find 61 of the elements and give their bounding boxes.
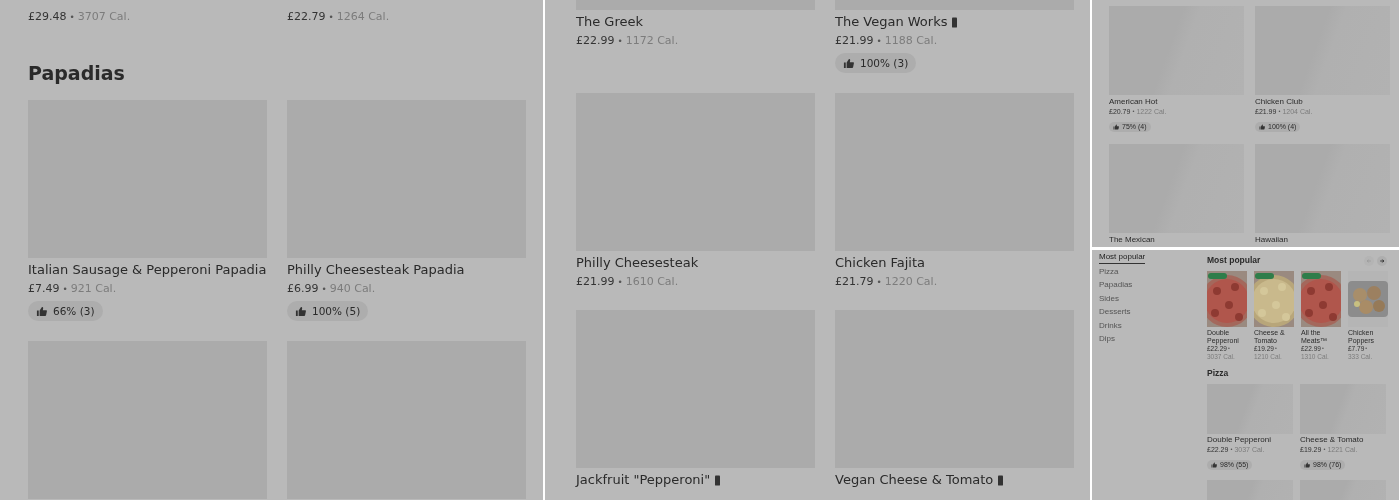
item-name[interactable]: Double Pepperoni [1207,435,1272,445]
item-name[interactable]: Hawaiian [1255,235,1288,245]
separator-dot: • [328,11,334,24]
category-tab[interactable]: Sides [1099,293,1119,304]
rating-text: 100% (3) [860,56,909,70]
item-calories: 1610 Cal. [625,274,679,290]
item-calories: 921 Cal. [70,281,117,297]
thumbs-up-icon [36,305,47,317]
item-calories: 1172 Cal. [625,33,679,49]
item-price: £7.49 [28,281,60,297]
arrow-left-icon [1366,257,1372,264]
item-calories: 1188 Cal. [884,33,938,49]
item-price: £6.99 [287,281,319,297]
section-heading: Most popular [1207,255,1261,266]
item-price: £22.99 [576,33,615,49]
category-tab[interactable]: Papadias [1099,280,1133,291]
item-calories: 3707 Cal. [77,9,131,25]
rating-text: 66% (3) [53,304,95,318]
item-calories: 1264 Cal. [336,9,390,25]
item-name[interactable]: Jackfruit "Pepperoni" [576,471,711,489]
separator-dot: • [617,35,623,48]
item-name[interactable]: Vegan Cheese & Tomato [835,471,994,489]
item-name[interactable]: Chicken Club [1255,97,1303,107]
category-tab[interactable]: Desserts [1099,307,1131,318]
item-calories: 940 Cal. [329,281,376,297]
thumbs-up-icon [1259,124,1265,130]
category-tab[interactable]: Dips [1099,334,1115,345]
item-name[interactable]: Philly Cheesesteak Papadia [287,261,465,279]
item-name[interactable]: Cheese & Tomato [1300,435,1364,445]
thumbs-up-icon [1304,462,1310,468]
arrow-right-icon [1379,257,1385,264]
item-name[interactable]: Philly Cheesesteak [576,254,699,272]
separator-dot: • [876,35,882,48]
item-name[interactable]: The Vegan Works [835,13,948,31]
item-name[interactable]: The Greek [576,13,643,31]
item-price: £21.99 [835,33,874,49]
thumbs-up-icon [1113,124,1119,130]
next-button[interactable] [1377,255,1387,266]
separator-dot: • [321,283,327,296]
item-name[interactable]: American Hot [1109,97,1158,107]
thumbs-up-icon [1211,462,1217,468]
item-name[interactable]: Chicken Fajita [835,254,926,272]
separator-dot: • [69,11,75,24]
thumbs-up-icon [295,305,306,317]
item-name[interactable]: Italian Sausage & Pepperoni Papadia [28,261,267,279]
separator-dot: • [876,276,882,289]
category-tab[interactable]: Drinks [1099,320,1122,331]
item-calories: 1220 Cal. [884,274,938,290]
separator-dot: • [617,276,623,289]
item-price: £21.99 [576,274,615,290]
item-price: £29.48 [28,9,67,25]
separator-dot: • [62,283,68,296]
thumbs-up-icon [843,57,854,69]
section-heading: Pizza [1207,368,1230,379]
item-price: £22.79 [287,9,326,25]
item-price: £21.79 [835,274,874,290]
category-tab[interactable]: Most popular [1099,252,1146,264]
section-heading: Papadias [28,61,126,86]
category-tab[interactable]: Pizza [1099,266,1119,277]
item-name[interactable]: The Mexican [1109,235,1155,245]
rating-text: 100% (5) [312,304,361,318]
